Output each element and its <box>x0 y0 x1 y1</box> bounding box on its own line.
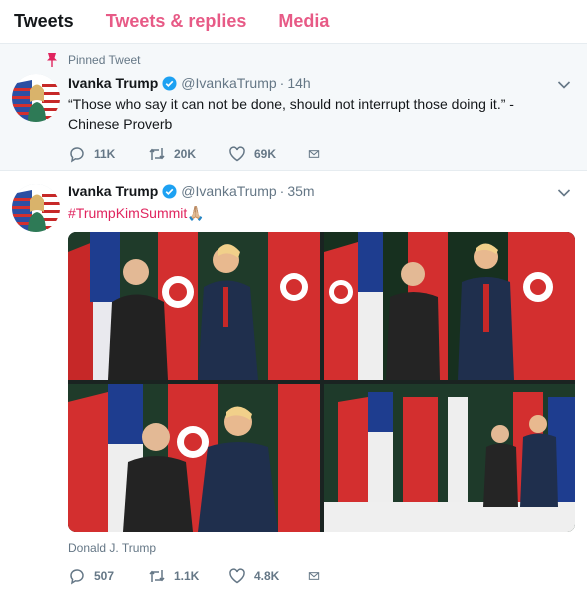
tab-tweets-replies[interactable]: Tweets & replies <box>106 11 247 32</box>
like-icon <box>229 568 245 584</box>
tweet-header: Ivanka Trump @IvankaTrump · 14h <box>68 75 311 91</box>
reply-icon <box>70 569 84 585</box>
direct-message-button[interactable] <box>308 567 328 585</box>
avatar[interactable] <box>12 184 60 232</box>
photo-3 <box>68 384 320 532</box>
photo-credit[interactable]: Donald J. Trump <box>68 541 156 555</box>
pinned-label: Pinned Tweet <box>68 53 141 67</box>
direct-message-button[interactable] <box>308 145 328 163</box>
avatar-image <box>12 74 60 122</box>
avatar-image <box>12 184 60 232</box>
display-name[interactable]: Ivanka Trump <box>68 183 158 199</box>
avatar[interactable] <box>12 74 60 122</box>
retweet-button[interactable]: 20K <box>148 145 228 163</box>
pinned-indicator: Pinned Tweet <box>46 53 141 67</box>
hashtag-link[interactable]: #TrumpKimSummit <box>68 205 187 221</box>
reply-button[interactable]: 507 <box>68 567 148 585</box>
like-button[interactable]: 69K <box>228 145 308 163</box>
tweet-actions: 507 1.1K 4.8K <box>68 567 328 585</box>
verified-icon <box>162 75 177 91</box>
pin-icon <box>47 53 57 67</box>
profile-tabs: Tweets Tweets & replies Media <box>0 0 587 44</box>
like-count: 4.8K <box>254 569 280 583</box>
tab-tweets[interactable]: Tweets <box>14 11 74 32</box>
like-icon <box>229 146 245 162</box>
verified-icon <box>162 183 177 199</box>
reply-count: 507 <box>94 569 115 583</box>
chevron-down-icon[interactable] <box>557 80 571 90</box>
handle[interactable]: @IvankaTrump <box>181 75 276 91</box>
tweet[interactable]: Ivanka Trump @IvankaTrump · 35m #TrumpKi… <box>0 171 587 591</box>
tab-media[interactable]: Media <box>278 11 329 32</box>
retweet-count: 20K <box>174 147 197 161</box>
tweet-header: Ivanka Trump @IvankaTrump · 35m <box>68 183 315 199</box>
photo-4 <box>324 384 575 532</box>
separator-dot: · <box>279 183 285 199</box>
photo-1 <box>68 232 320 380</box>
timestamp[interactable]: 35m <box>287 183 314 199</box>
photo-2 <box>324 232 575 380</box>
reply-icon <box>70 147 84 163</box>
retweet-icon <box>149 148 165 160</box>
display-name[interactable]: Ivanka Trump <box>68 75 158 91</box>
retweet-count: 1.1K <box>174 569 200 583</box>
message-icon <box>308 572 320 580</box>
retweet-button[interactable]: 1.1K <box>148 567 228 585</box>
handle[interactable]: @IvankaTrump <box>181 183 276 199</box>
reply-count: 11K <box>94 147 116 161</box>
like-button[interactable]: 4.8K <box>228 567 308 585</box>
timestamp[interactable]: 14h <box>287 75 310 91</box>
separator-dot: · <box>279 75 285 91</box>
tweet-actions: 11K 20K 69K <box>68 145 328 163</box>
tweet-text: #TrumpKimSummit🙏🏼 <box>68 203 553 223</box>
reply-button[interactable]: 11K <box>68 145 148 163</box>
emoji: 🙏🏼 <box>187 205 205 221</box>
retweet-icon <box>149 570 165 582</box>
chevron-down-icon[interactable] <box>557 188 571 198</box>
tweet-text: “Those who say it can not be done, shoul… <box>68 96 514 132</box>
pinned-tweet[interactable]: Pinned Tweet Ivanka Trump @IvankaTrump ·… <box>0 44 587 171</box>
message-icon <box>308 150 320 158</box>
photo-grid[interactable] <box>68 232 575 532</box>
like-count: 69K <box>254 147 277 161</box>
summit-photos <box>68 232 575 532</box>
